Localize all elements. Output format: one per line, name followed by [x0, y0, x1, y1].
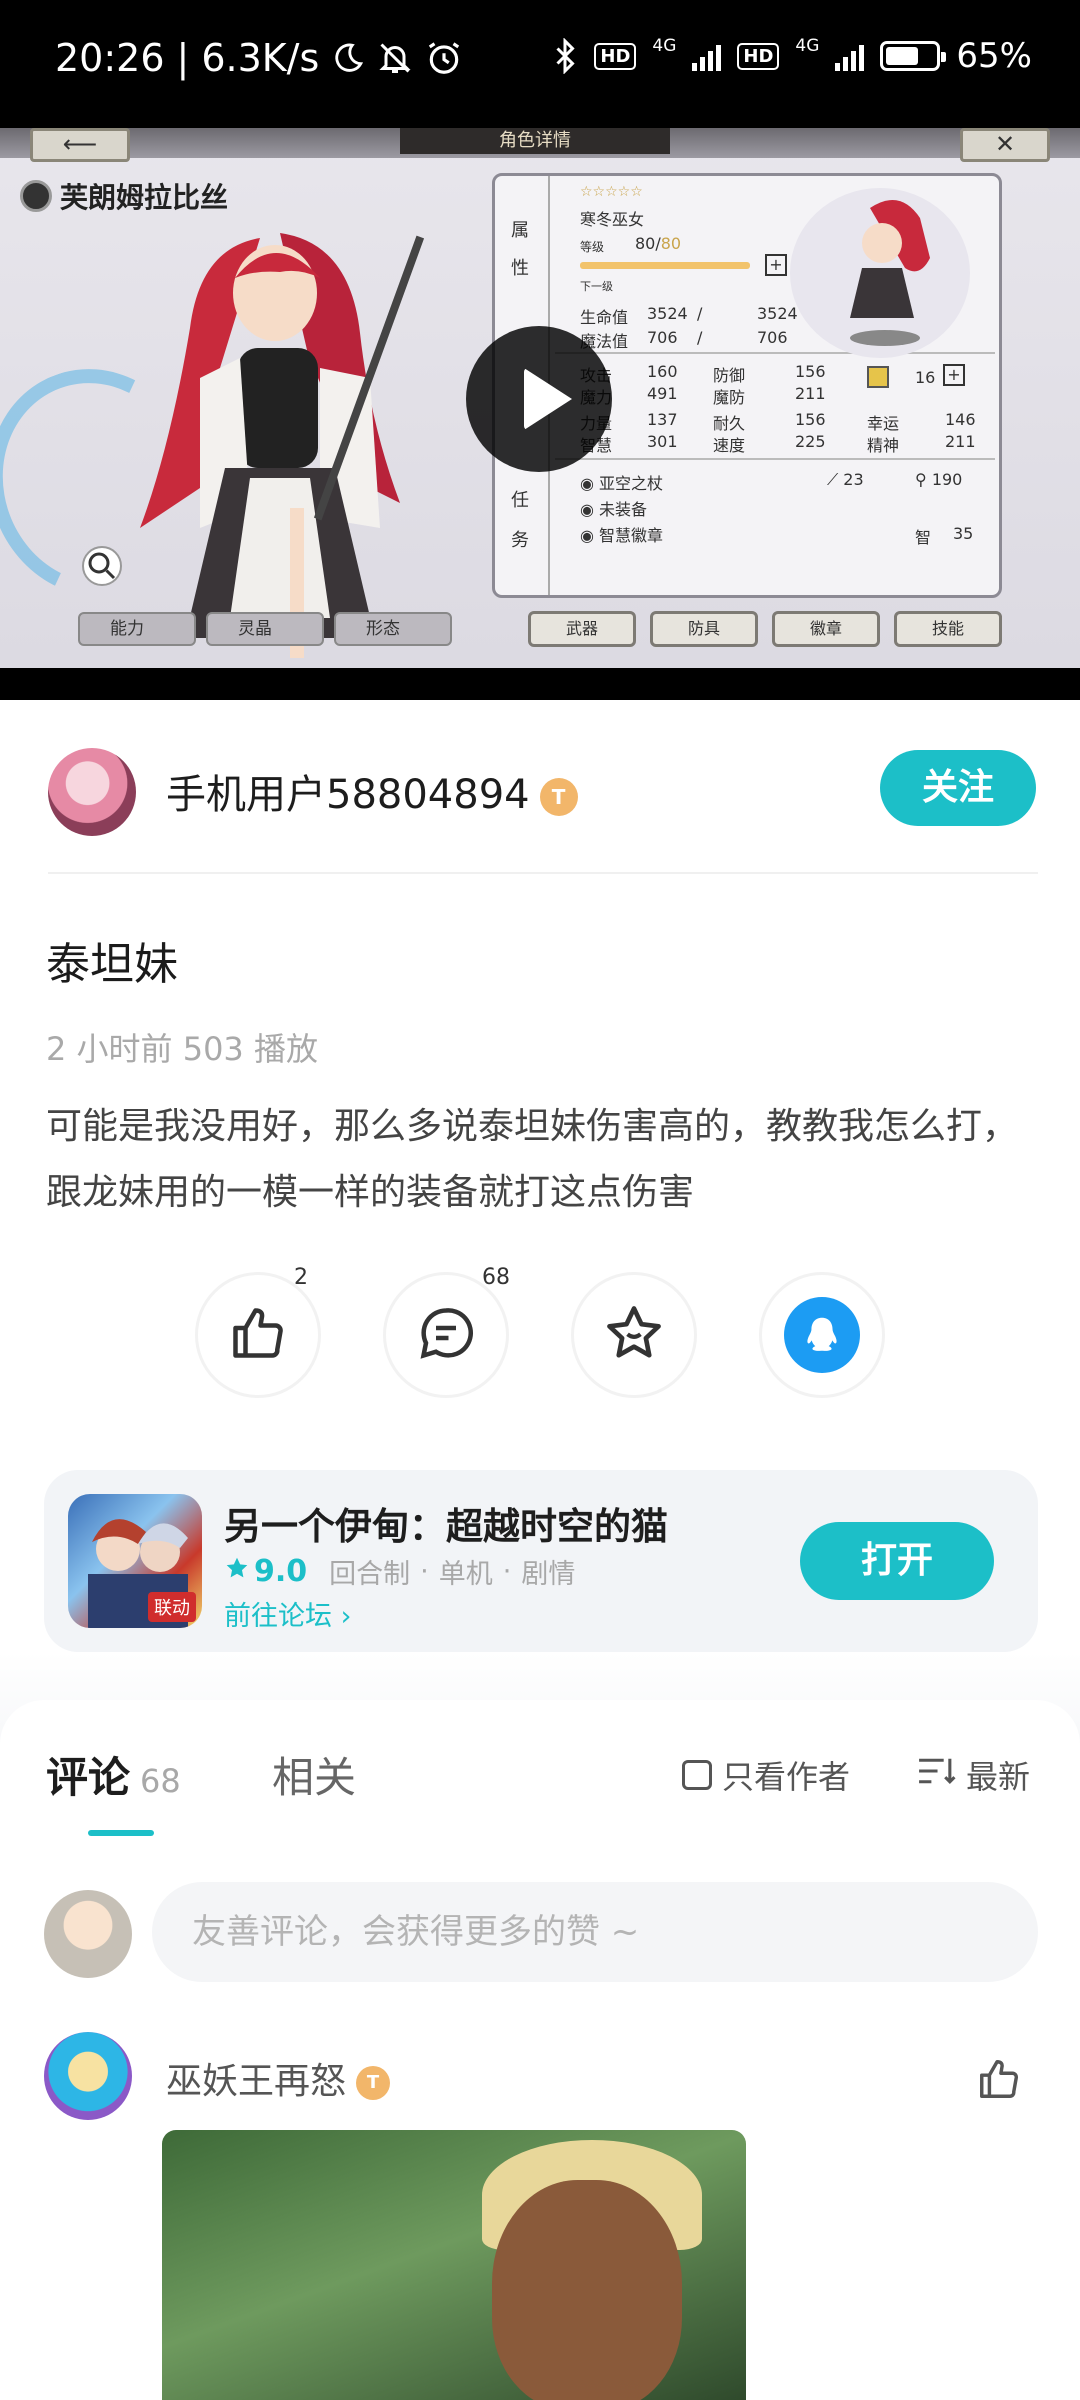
open-game-button[interactable]: 打开	[800, 1522, 994, 1600]
divider	[48, 872, 1038, 874]
hd-badge-1: HD	[594, 42, 637, 70]
comment-input[interactable]: 友善评论，会获得更多的赞 ~	[152, 1882, 1038, 1982]
author-name[interactable]: 手机用户58804894 T	[166, 762, 578, 820]
play-button[interactable]	[466, 326, 612, 472]
comment-icon	[416, 1303, 476, 1367]
post-actions: 2 68	[195, 1265, 885, 1398]
status-bar: 20:26 | 6.3K/s HD 4G HD 4G 65%	[0, 0, 1080, 128]
character-name: 芙朗姆拉比丝	[20, 176, 228, 216]
thumbs-up-icon	[228, 1303, 288, 1367]
network-speed: 6.3K/s	[201, 36, 320, 80]
mute-bell-icon	[377, 40, 413, 76]
network-type-1: 4G	[652, 36, 677, 56]
comments-section: 评论 68 相关 只看作者 最新 友善评论，会获得更多的赞 ~ 巫妖王再怒 T	[0, 1700, 1080, 2400]
star-icon	[603, 1302, 665, 1368]
post-meta: 2 小时前 503 播放	[46, 1030, 318, 1068]
qq-icon	[784, 1297, 860, 1373]
game-name[interactable]: 另一个伊甸：超越时空的猫	[224, 1496, 668, 1550]
element-icon	[20, 180, 52, 212]
game-rating: 9.0	[224, 1554, 307, 1589]
character-illustration	[140, 233, 425, 658]
checkbox-icon[interactable]	[682, 1760, 712, 1790]
game-back-arrow-icon: ⟵	[30, 128, 130, 162]
alarm-icon	[425, 39, 463, 77]
add-stat-icon: +	[943, 364, 965, 386]
star-filled-icon	[224, 1554, 250, 1589]
comment-count: 68	[482, 1265, 510, 1290]
signal-icon	[835, 41, 865, 71]
favorite-button[interactable]	[571, 1272, 697, 1398]
game-card[interactable]: 联动 另一个伊甸：超越时空的猫 9.0 回合制 · 单机 · 剧情 前往论坛 ›…	[44, 1470, 1038, 1652]
game-tag: 回合制	[329, 1559, 411, 1590]
game-screen-title: 角色详情	[400, 128, 670, 154]
rarity-stars: ☆☆☆☆☆	[580, 184, 643, 200]
user-level-badge: T	[356, 2066, 391, 2100]
post-body: 可能是我没用好，那么多说泰坦妹伤害高的，教教我怎么打，跟龙妹用的一模一样的装备就…	[46, 1106, 1019, 1213]
like-count: 2	[294, 1265, 308, 1290]
comment-author-name[interactable]: 巫妖王再怒 T	[166, 2052, 391, 2104]
my-avatar	[44, 1890, 132, 1978]
share-qq-button[interactable]	[759, 1272, 885, 1398]
sort-button[interactable]: 最新	[916, 1752, 1030, 1798]
comment-author-avatar[interactable]	[44, 2032, 132, 2120]
follow-button[interactable]: 关注	[880, 750, 1036, 826]
battery-icon	[880, 41, 947, 71]
collab-tag: 联动	[148, 1592, 196, 1622]
tab-comments[interactable]: 评论 68	[46, 1744, 181, 1805]
author-only-toggle[interactable]: 只看作者	[682, 1752, 850, 1798]
sort-icon	[916, 1754, 956, 1796]
game-meta: 9.0 回合制 · 单机 · 剧情	[224, 1552, 575, 1591]
active-tab-indicator	[88, 1830, 154, 1836]
add-exp-icon: +	[765, 254, 787, 276]
thumbs-up-icon	[976, 2060, 1022, 2106]
signal-icon	[692, 41, 722, 71]
avatar[interactable]	[48, 748, 136, 836]
moon-icon	[331, 41, 365, 75]
star-rank-icon	[867, 366, 889, 388]
bluetooth-icon	[552, 38, 578, 74]
comments-count: 68	[140, 1762, 181, 1800]
battery-percent: 65%	[956, 36, 1032, 76]
author-row: 手机用户58804894 T 关注	[0, 700, 1080, 870]
game-bottom-tabs: 武器 防具 徽章 技能	[528, 611, 1002, 647]
status-left: 20:26 | 6.3K/s	[55, 36, 463, 80]
hd-badge-2: HD	[737, 42, 780, 70]
user-level-badge: T	[539, 778, 578, 816]
tab-related[interactable]: 相关	[272, 1744, 356, 1805]
game-tag: 剧情	[521, 1559, 576, 1590]
game-icon[interactable]: 联动	[68, 1494, 202, 1628]
exp-bar	[580, 262, 750, 269]
clock: 20:26	[55, 36, 165, 80]
game-tag: 单机	[438, 1559, 493, 1590]
comment-image[interactable]	[162, 2130, 746, 2400]
comment-button[interactable]: 68	[383, 1265, 510, 1398]
game-close-icon: ✕	[960, 128, 1050, 162]
forum-link[interactable]: 前往论坛 ›	[224, 1594, 351, 1633]
video-player[interactable]: 角色详情 ⟵ ✕ 芙朗姆拉比丝 能力 灵晶 形态 属 性 任 务 ☆☆☆☆☆ 寒…	[0, 128, 1080, 700]
zoom-icon	[82, 546, 122, 586]
game-left-tabs: 能力 灵晶 形态	[78, 612, 452, 646]
comment-like-button[interactable]	[976, 2056, 1022, 2106]
post-title: 泰坦妹	[46, 939, 178, 990]
network-type-2: 4G	[795, 36, 820, 56]
status-right: HD 4G HD 4G 65%	[552, 36, 1032, 76]
character-chibi-sprite	[790, 188, 970, 358]
like-button[interactable]: 2	[195, 1265, 321, 1398]
